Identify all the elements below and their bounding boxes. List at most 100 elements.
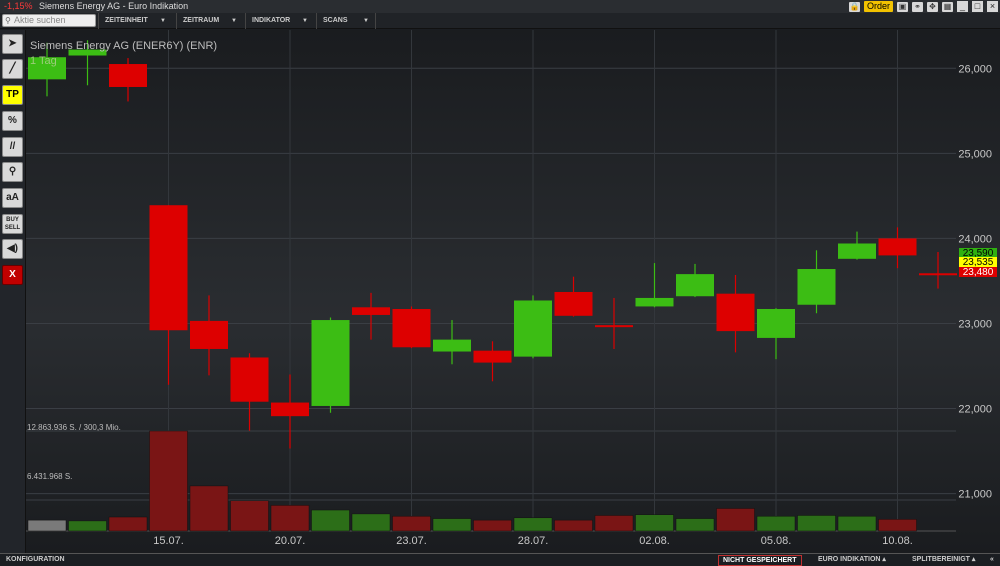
volume-max-label: 12.863.936 S. / 300,3 Mio. [27,423,121,432]
tp-tool[interactable]: TP [2,85,23,105]
title-bar: -1,15% Siemens Energy AG - Euro Indikati… [0,0,1000,13]
minimize-button[interactable]: _ [957,1,968,12]
y-tick-label: 22,000 [958,404,992,416]
candle-body [595,325,633,328]
volume-bar [594,515,634,532]
menu-label: SCANS [323,17,348,24]
x-tick-label: 02.08. [639,535,670,547]
volume-bar [27,519,67,532]
search-placeholder: Aktie suchen [14,15,66,25]
maximize-button[interactable]: □ [972,1,983,12]
x-tick-label: 20.07. [275,535,306,547]
menu-zeitraum[interactable]: ZEITRAUM ▼ [176,13,243,29]
dropdown-arrow-icon: ▼ [160,18,166,24]
volume-bar [675,518,715,532]
candle-body [271,402,309,417]
volume-bar [554,519,593,532]
price-chart[interactable]: 26,000 25,000 24,000 23,000 22,000 21,000 15.… [26,30,1000,553]
candle-body [109,64,147,87]
parallel-lines-tool[interactable]: // [2,137,23,157]
collapse-icon[interactable]: « [990,554,994,566]
candle-body [635,297,674,307]
menu-label: ZEITRAUM [183,17,220,24]
menu-label: ZEITEINHEIT [105,17,148,24]
percent-tool[interactable]: % [2,111,23,131]
candle-body [230,357,269,402]
candle-body [676,274,714,297]
candle-body [838,243,876,259]
candle-body [433,339,471,352]
euro-indication-dropdown[interactable]: EURO INDIKATION ▴ [818,554,886,566]
candle[interactable] [514,295,552,359]
volume-bar [635,514,674,532]
instrument-title: Siemens Energy AG (ENER6Y) (ENR) [30,40,217,52]
change-percent: -1,15% [4,1,33,11]
line-tool[interactable]: ╱ [2,59,23,79]
candle-body [311,320,350,406]
picture-icon[interactable]: ▣ [897,1,908,12]
x-tick-label: 23.07. [396,535,427,547]
candle-body [919,273,957,276]
volume-bar [230,500,269,532]
menu-bar: ⚲ Aktie suchen ZEITEINHEIT ▼ ZEITRAUM ▼ IN… [0,13,1000,29]
y-tick-label: 25,000 [958,148,992,160]
sound-icon[interactable]: ◀) [2,239,23,259]
x-tick-label: 10.08. [882,535,913,547]
volume-bar [837,515,877,532]
zoom-icon[interactable]: ⚲ [2,162,23,182]
menu-indikator[interactable]: INDIKATOR ▼ [245,13,314,29]
layout-icon[interactable]: ▦ [942,1,953,12]
dropdown-arrow-icon: ▼ [231,18,237,24]
candle-body [797,269,836,305]
volume-bar [189,485,229,532]
volume-bar [270,505,310,532]
volume-bar [878,519,917,532]
volume-bar [108,516,148,532]
volume-bar [311,509,350,532]
volume-bar [149,430,188,532]
config-button[interactable]: KONFIGURATION [6,554,65,566]
window-controls: 🔒 Order ▣ ⚭ ✥ ▦ _ □ × [848,0,998,13]
volume-bar [797,515,836,532]
y-tick-label: 23,000 [958,318,992,330]
status-bar: KONFIGURATION NICHT GESPEICHERT EURO IND… [0,553,1000,566]
candle-body [190,320,228,349]
candle-body [554,291,593,316]
y-tick-label: 26,000 [958,63,992,75]
search-input[interactable]: ⚲ Aktie suchen [2,14,96,27]
drawing-toolbar: ➤ ╱ TP % // ⚲ aA BUY SELL ◀) X [0,30,26,553]
x-tick-label: 28.07. [518,535,549,547]
x-tick-label: 15.07. [153,535,184,547]
volume-bar [473,519,512,532]
grid-icon[interactable]: ✥ [927,1,938,12]
candle-body [757,308,795,338]
price-tag: 23,480 [959,267,997,278]
link-icon[interactable]: ⚭ [912,1,923,12]
dropdown-arrow-icon: ▼ [363,18,369,24]
menu-label: INDIKATOR [252,17,291,24]
volume-bar [716,508,755,532]
menu-zeiteinheit[interactable]: ZEITEINHEIT ▼ [98,13,172,29]
y-tick-label: 21,000 [958,489,992,501]
text-tool[interactable]: aA [2,188,23,208]
pointer-tool[interactable]: ➤ [2,34,23,54]
order-button[interactable]: Order [863,1,893,12]
candle[interactable] [311,317,350,413]
volume-mid-label: 6.431.968 S. [27,472,72,481]
buy-sell-tool[interactable]: BUY SELL [2,214,23,234]
menu-scans[interactable]: SCANS ▼ [316,13,376,29]
window-title: Siemens Energy AG - Euro Indikation [39,1,189,11]
period-label: 1 Tag [30,55,57,67]
lock-icon[interactable]: 🔒 [848,1,860,12]
dropdown-arrow-icon: ▼ [302,18,308,24]
volume-bar [756,515,796,532]
unsaved-badge[interactable]: NICHT GESPEICHERT [718,555,802,566]
close-button[interactable]: × [987,1,998,12]
volume-bar [392,515,431,532]
volume-bar [513,517,553,532]
delete-tool[interactable]: X [2,265,23,285]
split-adjusted-dropdown[interactable]: SPLITBEREINIGT ▴ [912,554,975,566]
candle-body [514,300,552,357]
candle[interactable] [392,306,431,349]
volume-bar [351,513,391,532]
